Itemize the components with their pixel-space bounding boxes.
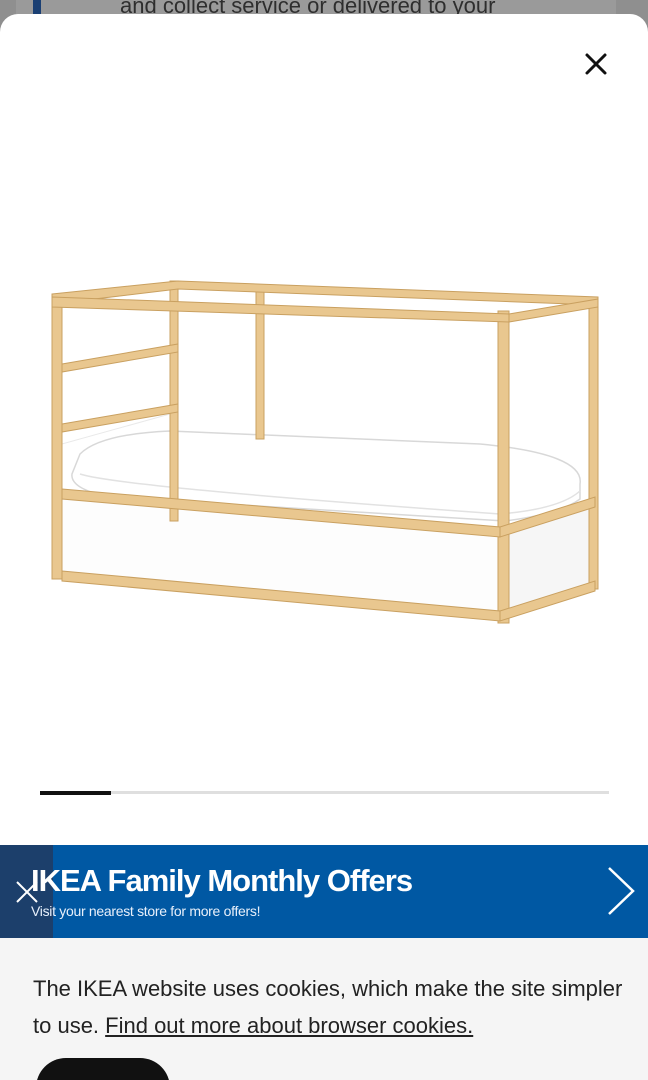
bed-illustration — [51, 280, 599, 624]
carousel-progress-thumb[interactable] — [40, 790, 112, 795]
banner-subtitle: Visit your nearest store for more offers… — [31, 903, 261, 919]
cookie-info-link[interactable]: Find out more about browser cookies. — [105, 1013, 473, 1038]
cookie-message: The IKEA website uses cookies, which mak… — [33, 970, 623, 1044]
cookie-accept-button[interactable] — [36, 1058, 170, 1080]
cookie-notice: The IKEA website uses cookies, which mak… — [0, 938, 648, 1080]
close-icon — [585, 53, 607, 75]
image-carousel-progress[interactable] — [40, 790, 609, 795]
product-image[interactable] — [40, 259, 610, 629]
banner-title[interactable]: IKEA Family Monthly Offers — [31, 863, 413, 899]
close-button[interactable] — [582, 50, 610, 78]
family-offers-banner[interactable]: IKEA Family Monthly Offers Visit your ne… — [0, 845, 648, 938]
banner-next-button[interactable] — [606, 865, 636, 917]
chevron-right-icon — [608, 867, 635, 915]
